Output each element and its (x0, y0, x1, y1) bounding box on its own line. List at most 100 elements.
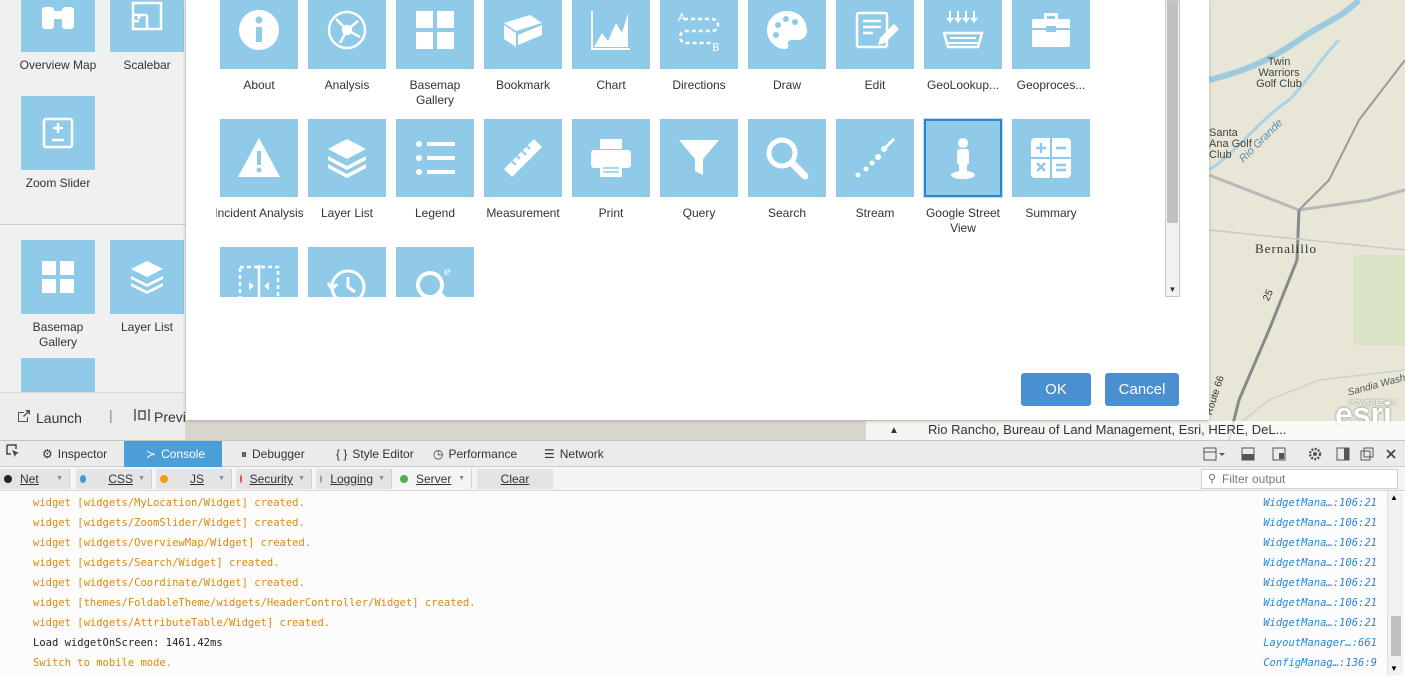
attribution-toggle[interactable]: ▲ (866, 421, 922, 440)
log-source-link[interactable]: WidgetMana…:106:21 (1263, 493, 1377, 513)
widget-item-geoprocessing[interactable]: Geoproces... (1009, 0, 1093, 93)
tab-label: Style Editor (352, 447, 414, 461)
split-console-icon[interactable] (1203, 447, 1229, 461)
widget-item-stream[interactable]: Stream (833, 119, 917, 221)
scroll-down-arrow-icon[interactable]: ▼ (1390, 664, 1398, 673)
geolookup-icon (924, 0, 1002, 69)
scrollbar-thumb[interactable] (1391, 616, 1401, 656)
builder-bottom-bar: Launch | Previ (0, 392, 185, 440)
bar-separator: | (109, 407, 113, 423)
widget-label: Legend (414, 206, 456, 220)
directions-icon: AB (660, 0, 738, 69)
tab-performance[interactable]: ◷ Performance (427, 441, 527, 467)
dock-bottom-icon[interactable] (1241, 447, 1255, 461)
widget-label: Layer List (320, 206, 374, 220)
responsive-mode-icon[interactable] (1272, 447, 1286, 461)
ok-button[interactable]: OK (1021, 373, 1091, 406)
tab-style-editor[interactable]: { } Style Editor (330, 441, 426, 467)
widget-item-bookmark[interactable]: Bookmark (481, 0, 565, 93)
log-source-link[interactable]: LayoutManager…:661 (1263, 633, 1377, 653)
left-item-label: Zoom Slider (25, 176, 91, 190)
tab-debugger[interactable]: ⏸ Debugger (235, 441, 321, 467)
separate-window-icon[interactable] (1360, 447, 1374, 461)
tab-network[interactable]: ☰ Network (538, 441, 618, 467)
log-source-link[interactable]: WidgetMana…:106:21 (1263, 573, 1377, 593)
widget-label: Edit (864, 78, 886, 92)
widget-item-geolookup[interactable]: GeoLookup... (921, 0, 1005, 93)
log-source-link[interactable]: WidgetMana…:106:21 (1263, 593, 1377, 613)
map-label-bernalillo: Bernalillo (1255, 241, 1317, 256)
log-row: Switch to mobile mode. ConfigManag…:136:9 (0, 653, 1387, 673)
scroll-down-arrow-icon[interactable]: ▼ (1167, 284, 1178, 295)
clear-console-button[interactable]: Clear (477, 469, 553, 489)
widget-item-basemap-gallery[interactable]: Basemap Gallery (393, 0, 477, 108)
filter-output-input[interactable]: ⚲ Filter output (1201, 469, 1398, 489)
widget-label: Incident Analysis (216, 206, 304, 220)
widget-item-edit[interactable]: Edit (833, 0, 917, 93)
log-source-link[interactable]: ConfigManag…:136:9 (1263, 653, 1377, 673)
scroll-up-arrow-icon[interactable]: ▲ (1390, 493, 1398, 502)
tab-label: Debugger (252, 447, 305, 461)
log-row: widget [widgets/AttributeTable/Widget] c… (0, 613, 1387, 633)
launch-button[interactable]: Launch (16, 408, 82, 427)
log-message: widget [widgets/OverviewMap/Widget] crea… (33, 537, 312, 549)
cancel-button[interactable]: Cancel (1105, 373, 1179, 406)
element-picker-button[interactable] (0, 441, 26, 467)
widget-item-infographic-search[interactable]: e (393, 247, 477, 297)
filter-server[interactable]: Server ▼ (396, 469, 472, 489)
printer-icon (572, 119, 650, 197)
widget-item-about[interactable]: About (217, 0, 301, 93)
log-source-link[interactable]: WidgetMana…:106:21 (1263, 513, 1377, 533)
widget-label: Query (682, 206, 716, 220)
dock-side-icon[interactable] (1336, 447, 1350, 461)
widget-item-search[interactable]: Search (745, 119, 829, 221)
filter-logging[interactable]: Logging ▼ (316, 469, 392, 489)
map-view[interactable]: Twin Warriors Golf Club Santa Ana Golf C… (1209, 0, 1405, 440)
left-item-scalebar[interactable]: Scalebar (107, 0, 185, 73)
launch-label: Launch (36, 409, 82, 426)
widget-item-analysis[interactable]: Analysis (305, 0, 389, 93)
settings-gear-icon[interactable] (1308, 447, 1322, 461)
widget-item-measurement[interactable]: Measurement (481, 119, 565, 221)
tab-label: Console (161, 447, 206, 461)
widget-item-query[interactable]: Query (657, 119, 741, 221)
widget-label: GeoLookup... (926, 78, 1000, 92)
left-item-overview-map[interactable]: Overview Map (18, 0, 98, 73)
filter-js[interactable]: JS ▼ (156, 469, 232, 489)
widget-item-google-street-view[interactable]: Google Street View (921, 119, 1005, 236)
console-scrollbar[interactable]: ▲ ▼ (1387, 491, 1403, 675)
launch-icon (16, 408, 32, 427)
scrollbar-thumb[interactable] (1167, 1, 1178, 223)
log-source-link[interactable]: WidgetMana…:106:21 (1263, 553, 1377, 573)
widget-item-incident-analysis[interactable]: Incident Analysis (216, 119, 304, 221)
widget-item-time-slider[interactable] (305, 247, 389, 297)
filter-security[interactable]: Security ▼ (236, 469, 312, 489)
widget-item-chart[interactable]: Chart (569, 0, 653, 93)
widget-item-summary[interactable]: Summary (1009, 119, 1093, 221)
widget-item-draw[interactable]: Draw (745, 0, 829, 93)
log-row: widget [themes/FoldableTheme/widgets/Hea… (0, 593, 1387, 613)
left-item-zoom-slider[interactable]: Zoom Slider (18, 96, 98, 191)
filter-css[interactable]: CSS ▼ (76, 469, 152, 489)
left-item-layer-list[interactable]: Layer List (107, 240, 185, 335)
left-item-basemap-gallery[interactable]: Basemap Gallery (18, 240, 98, 350)
log-source-link[interactable]: WidgetMana…:106:21 (1263, 613, 1377, 633)
bookmark-icon (484, 0, 562, 69)
preview-button[interactable]: Previ (134, 408, 185, 425)
widget-label: Summary (1025, 206, 1077, 220)
stream-icon (836, 119, 914, 197)
tab-console[interactable]: ≻ Console (124, 441, 222, 467)
widget-grid-scrollbar[interactable]: ▼ (1165, 0, 1180, 297)
widget-item-print[interactable]: Print (569, 119, 653, 221)
widget-item-legend[interactable]: Legend (393, 119, 477, 221)
close-icon[interactable] (1384, 447, 1398, 461)
status-dot-icon (80, 475, 87, 483)
widget-item-layer-list[interactable]: Layer List (305, 119, 389, 221)
widget-item-swipe[interactable] (217, 247, 301, 297)
log-source-link[interactable]: WidgetMana…:106:21 (1263, 533, 1377, 553)
tab-inspector[interactable]: ⚙ Inspector (36, 441, 122, 467)
search-icon: ⚲ (1208, 473, 1217, 485)
filter-net[interactable]: Net ▼ (0, 469, 70, 489)
widget-item-directions[interactable]: AB Directions (657, 0, 741, 93)
widget-label: Stream (855, 206, 895, 220)
